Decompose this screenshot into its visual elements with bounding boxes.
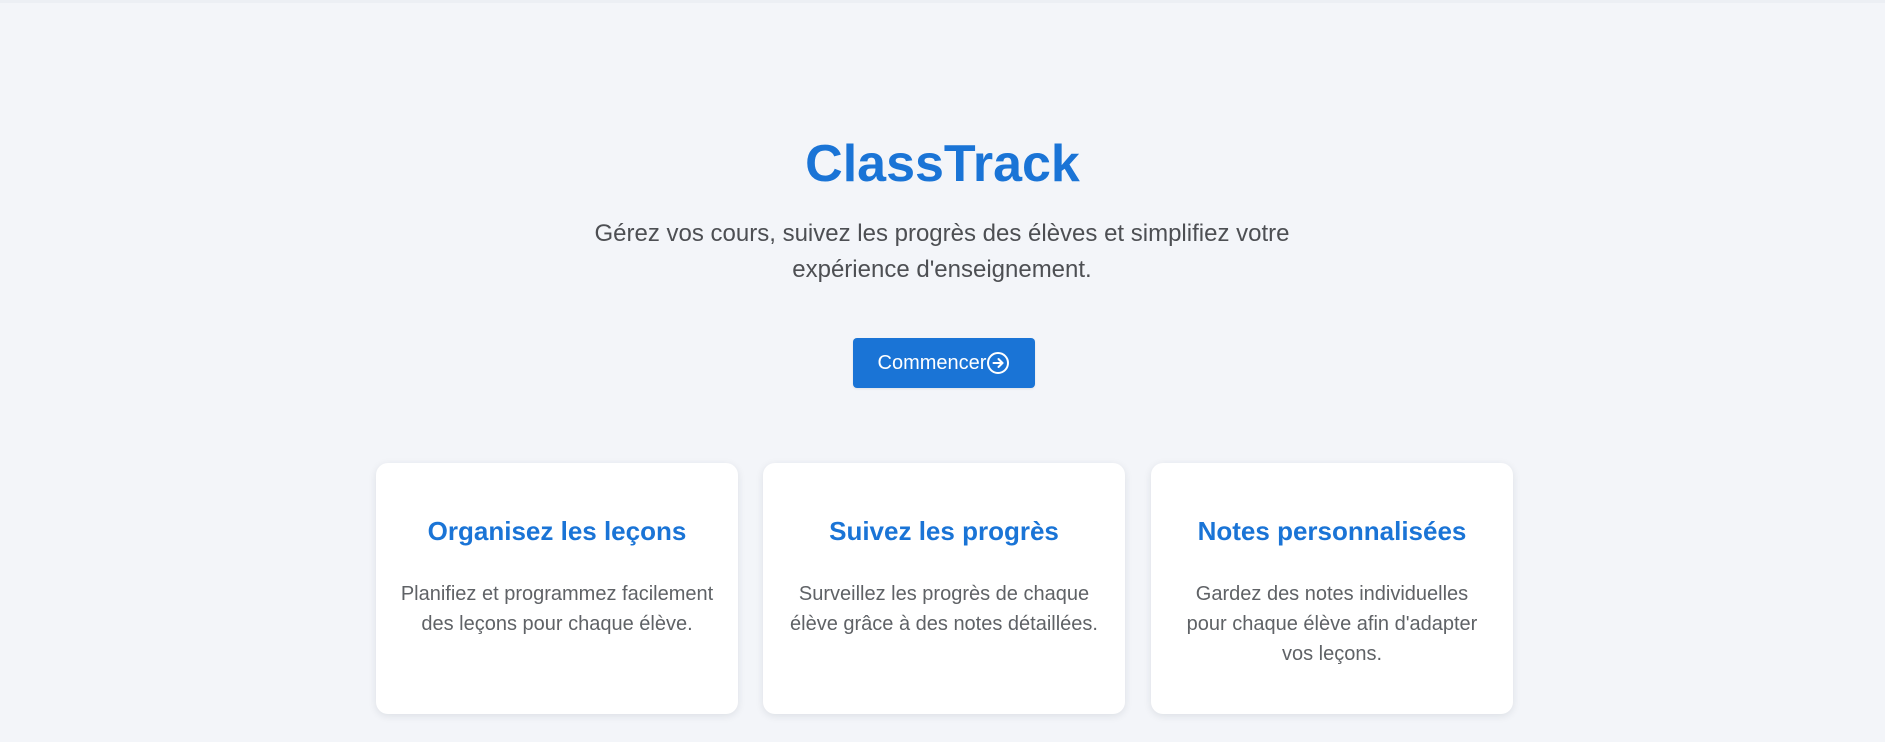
- feature-description: Gardez des notes individuelles pour chaq…: [1186, 583, 1478, 665]
- start-button-label: Commencer: [877, 351, 987, 374]
- feature-card-personal-notes: Notes personnalisées Gardez des notes in…: [1151, 463, 1513, 714]
- feature-description: Surveillez les progrès de chaque élève g…: [790, 583, 1098, 635]
- feature-title: Suivez les progrès: [829, 516, 1059, 546]
- feature-title: Organisez les leçons: [427, 516, 687, 546]
- feature-card-track-progress: Suivez les progrès Surveillez les progrè…: [763, 463, 1125, 714]
- feature-description: Planifiez et programmez facilement des l…: [400, 583, 714, 635]
- feature-title: Notes personnalisées: [1197, 516, 1467, 546]
- tagline: Gérez vos cours, suivez les progrès des …: [594, 220, 1290, 283]
- feature-card-organize-lessons: Organisez les leçons Planifiez et progra…: [376, 463, 738, 714]
- app-title: ClassTrack: [805, 135, 1080, 193]
- arrow-circle-right-icon: [986, 351, 1010, 375]
- top-edge: [0, 0, 1885, 3]
- start-button[interactable]: Commencer: [853, 338, 1035, 388]
